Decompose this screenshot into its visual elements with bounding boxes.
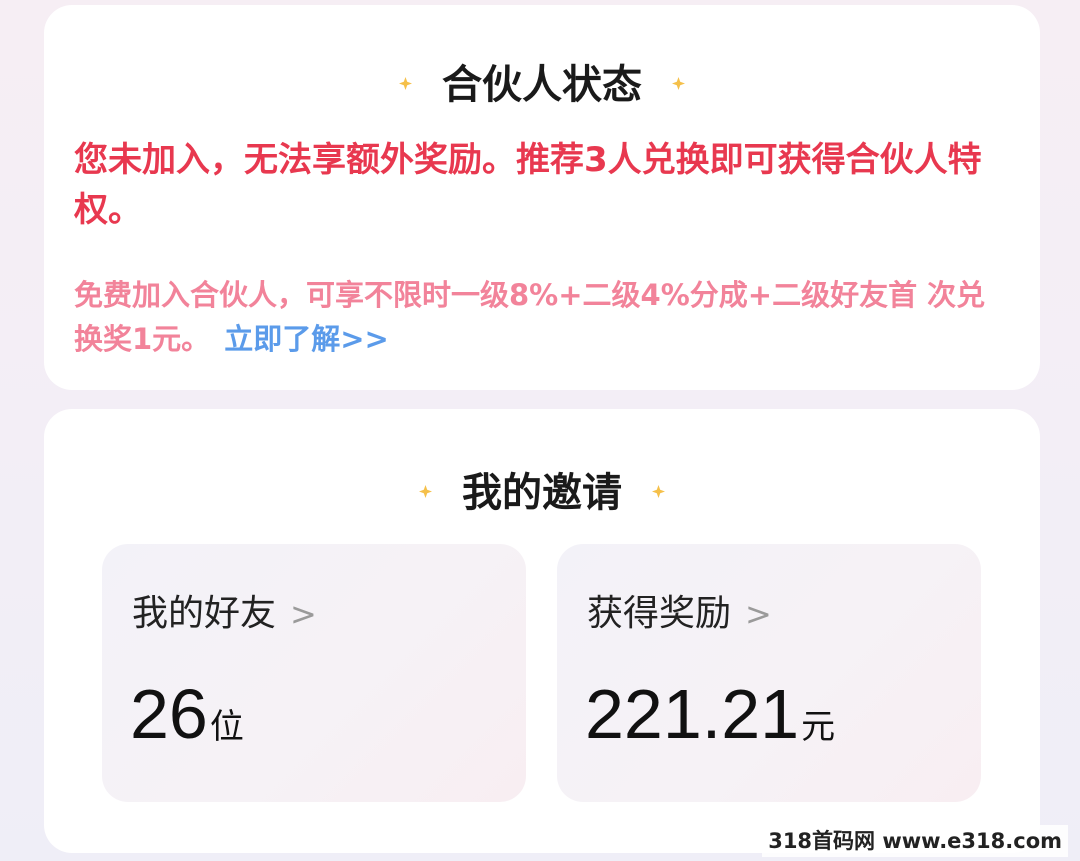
- learn-more-link[interactable]: 立即了解>>: [224, 322, 389, 356]
- my-invites-header: 我的邀请: [44, 469, 1040, 517]
- sparkle-icon: [399, 76, 412, 90]
- sparkle-icon: [672, 76, 685, 90]
- my-friends-label-row: 我的好友 >: [132, 592, 317, 636]
- chevron-right-icon: >: [745, 595, 772, 633]
- my-friends-stat[interactable]: 我的好友 > 26位: [102, 544, 526, 802]
- my-friends-label: 我的好友: [132, 593, 277, 634]
- partner-status-message: 您未加入，无法享额外奖励。推荐3人兑换即可获得合伙人特权。: [74, 140, 982, 230]
- rewards-label: 获得奖励: [587, 593, 732, 634]
- my-friends-value-row: 26位: [130, 674, 244, 773]
- my-invites-title: 我的邀请: [462, 470, 622, 516]
- partner-benefit-text: 免费加入合伙人，可享不限时一级8%+二级4%分成+二级好友首 次兑换奖1元。: [74, 278, 986, 356]
- site-watermark: 318首码网 www.e318.com: [762, 825, 1068, 857]
- rewards-unit: 元: [801, 707, 836, 747]
- partner-status-card: 合伙人状态 您未加入，无法享额外奖励。推荐3人兑换即可获得合伙人特权。 免费加入…: [44, 5, 1040, 390]
- my-invites-card: 我的邀请 我的好友 > 26位 获得奖励 > 221.21元: [44, 409, 1040, 853]
- my-friends-unit: 位: [209, 707, 244, 747]
- rewards-label-row: 获得奖励 >: [587, 592, 772, 636]
- rewards-amount: 221.21: [585, 675, 800, 753]
- chevron-right-icon: >: [290, 595, 317, 633]
- rewards-earned-stat[interactable]: 获得奖励 > 221.21元: [557, 544, 981, 802]
- sparkle-icon: [652, 484, 665, 498]
- sparkle-icon: [419, 484, 432, 498]
- rewards-value-row: 221.21元: [585, 674, 835, 773]
- partner-status-header: 合伙人状态: [44, 61, 1040, 109]
- my-friends-count: 26: [130, 675, 208, 753]
- partner-status-title: 合伙人状态: [442, 62, 642, 108]
- partner-benefit-description: 免费加入合伙人，可享不限时一级8%+二级4%分成+二级好友首 次兑换奖1元。 立即…: [74, 273, 1004, 361]
